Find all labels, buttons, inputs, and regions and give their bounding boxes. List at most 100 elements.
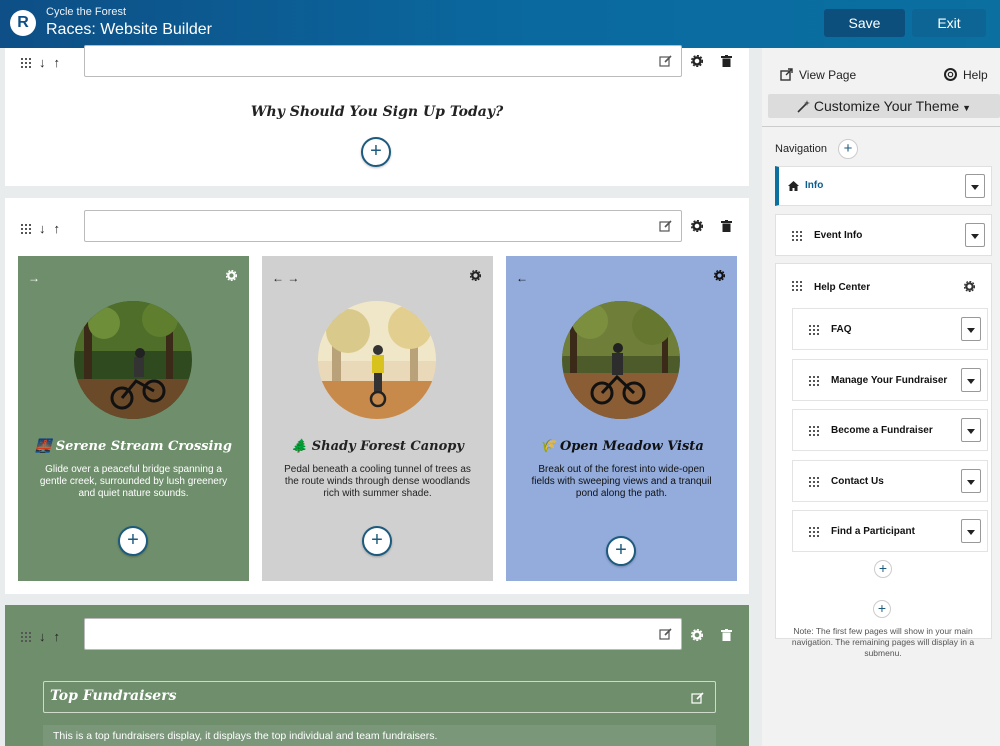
page-section: ↓ ↑ → 🌉 Serene Stream Crossing Glide ove…: [5, 198, 749, 594]
arrow-down-icon[interactable]: ↓: [39, 629, 46, 644]
customize-theme-button[interactable]: Customize Your Theme ▼: [768, 94, 1000, 118]
edit-icon[interactable]: [659, 54, 673, 68]
section-title-input[interactable]: [84, 210, 682, 242]
drag-handle-icon[interactable]: [792, 281, 802, 291]
card-description: Glide over a peaceful bridge spanning a …: [39, 464, 228, 499]
trash-icon[interactable]: [721, 220, 732, 232]
add-content-button[interactable]: +: [361, 137, 391, 167]
gear-icon[interactable]: [691, 220, 703, 232]
customize-theme-label: Customize Your Theme: [813, 98, 960, 114]
drag-handle-icon[interactable]: [21, 631, 31, 642]
edit-icon[interactable]: [659, 627, 673, 641]
page-section: ↓ ↑ Top Fundraisers This is a top fundra…: [5, 605, 749, 746]
nav-subitem-label: Become a Fundraiser: [831, 425, 933, 436]
navigation-note: Note: The first few pages will show in y…: [791, 626, 975, 658]
chevron-down-icon[interactable]: [961, 519, 981, 543]
nav-subitem-manage-fundraiser[interactable]: Manage Your Fundraiser: [792, 359, 988, 401]
plus-icon: +: [370, 140, 382, 162]
chevron-down-icon[interactable]: [965, 174, 985, 198]
add-content-button[interactable]: +: [606, 536, 636, 566]
exit-button[interactable]: Exit: [912, 9, 986, 37]
trash-icon[interactable]: [721, 55, 732, 67]
section-controls: ↓ ↑: [21, 221, 60, 236]
chevron-down-icon[interactable]: [961, 418, 981, 442]
plus-icon: +: [878, 560, 888, 576]
fundraisers-title-box[interactable]: Top Fundraisers: [43, 681, 716, 713]
gear-icon[interactable]: [470, 270, 481, 281]
nav-subitem-label: FAQ: [831, 324, 852, 335]
gear-icon[interactable]: [691, 629, 703, 641]
trash-icon[interactable]: [721, 629, 732, 641]
add-page-button[interactable]: +: [873, 600, 891, 618]
edit-icon[interactable]: [691, 691, 705, 705]
card-description: Pedal beneath a cooling tunnel of trees …: [284, 464, 471, 499]
arrow-up-icon[interactable]: ↑: [54, 55, 61, 70]
nav-subitem-label: Manage Your Fundraiser: [831, 375, 948, 386]
view-page-link[interactable]: View Page: [780, 68, 856, 82]
gear-icon[interactable]: [226, 270, 237, 281]
navigation-label: Navigation: [775, 143, 827, 155]
app-title: Races: Website Builder: [46, 21, 212, 38]
drag-handle-icon[interactable]: [21, 57, 31, 68]
nav-subitem-label: Find a Participant: [831, 526, 915, 537]
card-move-arrows[interactable]: →: [28, 271, 40, 285]
builder-sidebar: View Page Help Customize Your Theme ▼ Nav…: [762, 48, 1000, 746]
nav-subitem-find-participant[interactable]: Find a Participant: [792, 510, 988, 552]
card-description: Break out of the forest into wide-open f…: [531, 464, 712, 499]
nav-item-help-center[interactable]: Help Center FAQ Manage Your Fundraiser B…: [775, 263, 992, 639]
feature-card: ← 🌾 Open Meadow Vista Break out of the f…: [506, 256, 737, 581]
add-content-button[interactable]: +: [362, 526, 392, 556]
arrow-down-icon[interactable]: ↓: [39, 221, 46, 236]
arrow-down-icon[interactable]: ↓: [39, 55, 46, 70]
edit-icon[interactable]: [659, 219, 673, 233]
drag-handle-icon[interactable]: [809, 376, 819, 386]
drag-handle-icon[interactable]: [809, 426, 819, 436]
card-image: [318, 301, 436, 419]
plus-icon: +: [843, 140, 853, 157]
chevron-down-icon[interactable]: [961, 469, 981, 493]
nav-item-info[interactable]: Info: [775, 166, 992, 206]
arrow-up-icon[interactable]: ↑: [54, 629, 61, 644]
chevron-down-icon[interactable]: [961, 317, 981, 341]
app-logo: R: [10, 10, 36, 36]
add-navigation-button[interactable]: +: [838, 139, 858, 159]
nav-subitem-label: Contact Us: [831, 476, 884, 487]
fundraisers-title: Top Fundraisers: [50, 688, 177, 704]
feature-card: ← → 🌲 Shady Forest Canopy Pedal beneath …: [262, 256, 493, 581]
section-title-input[interactable]: [84, 618, 682, 650]
save-button[interactable]: Save: [824, 9, 905, 37]
gear-icon[interactable]: [691, 55, 703, 67]
card-move-arrows[interactable]: ←: [516, 271, 528, 285]
drag-handle-icon[interactable]: [21, 223, 31, 234]
nav-item-event-info[interactable]: Event Info: [775, 214, 992, 256]
drag-handle-icon[interactable]: [809, 477, 819, 487]
feature-card: → 🌉 Serene Stream Crossing Glide over a …: [18, 256, 249, 581]
add-content-button[interactable]: +: [118, 526, 148, 556]
nav-subitem-faq[interactable]: FAQ: [792, 308, 988, 350]
drag-handle-icon[interactable]: [792, 231, 802, 241]
nav-item-label: Help Center: [814, 282, 871, 293]
top-bar: R Cycle the Forest Races: Website Builde…: [0, 0, 1000, 48]
home-icon: [788, 181, 799, 191]
chevron-down-icon[interactable]: [965, 223, 985, 247]
help-link[interactable]: Help: [944, 68, 988, 82]
section-controls: ↓ ↑: [21, 55, 60, 70]
add-subpage-button[interactable]: +: [874, 560, 892, 578]
card-move-arrows[interactable]: ← →: [272, 271, 299, 285]
page-section: ↓ ↑ Why Should You Sign Up Today? +: [5, 45, 749, 186]
nav-subitem-contact-us[interactable]: Contact Us: [792, 460, 988, 502]
divider: [762, 126, 1000, 127]
arrow-up-icon[interactable]: ↑: [54, 221, 61, 236]
gear-icon[interactable]: [714, 270, 725, 281]
plus-icon: +: [371, 529, 383, 551]
lifebuoy-icon: [944, 68, 957, 81]
gear-icon[interactable]: [964, 281, 975, 292]
chevron-down-icon[interactable]: [961, 368, 981, 392]
magic-wand-icon: [797, 100, 810, 113]
nav-subitem-become-fundraiser[interactable]: Become a Fundraiser: [792, 409, 988, 451]
drag-handle-icon[interactable]: [809, 527, 819, 537]
fundraisers-description: This is a top fundraisers display, it di…: [43, 725, 716, 746]
section-title-input[interactable]: [84, 45, 682, 77]
drag-handle-icon[interactable]: [809, 325, 819, 335]
card-image: [74, 301, 192, 419]
